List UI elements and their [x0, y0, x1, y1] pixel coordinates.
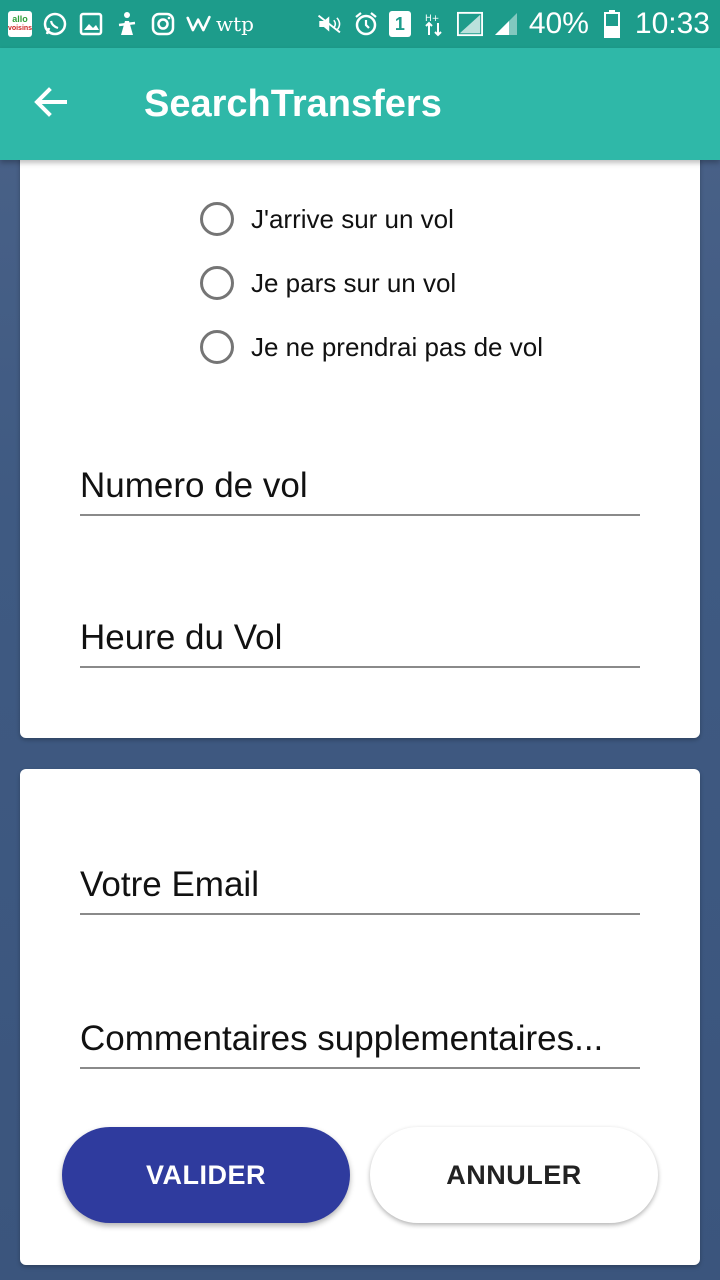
allo-voisins-icon: allo voisins — [8, 11, 32, 37]
instagram-icon — [150, 11, 176, 37]
allo-line2: voisins — [7, 25, 33, 32]
radio-button[interactable] — [200, 266, 234, 300]
contact-card: Votre Email Commentaires supplementaires… — [20, 769, 700, 1265]
page-title: SearchTransfers — [144, 82, 442, 125]
radio-button[interactable] — [200, 202, 234, 236]
radio-label: Je pars sur un vol — [251, 267, 457, 298]
signal-icon — [456, 11, 483, 37]
flight-number-placeholder: Numero de vol — [80, 466, 308, 505]
app-icon — [114, 11, 140, 37]
flight-number-field[interactable]: Numero de vol — [80, 466, 640, 516]
sim-slot-icon: 1 — [388, 11, 411, 37]
back-button[interactable] — [26, 80, 74, 128]
comments-field[interactable]: Commentaires supplementaires... — [80, 1019, 640, 1069]
svg-text:H+: H+ — [425, 14, 439, 24]
battery-icon — [599, 10, 625, 38]
radio-label: Je ne prendrai pas de vol — [251, 331, 543, 362]
data-transfer-icon: H+ — [421, 11, 447, 37]
notification-icons: allo voisins wtp — [0, 11, 254, 37]
status-bar: allo voisins wtp 1 H+ 40% 10:33 — [0, 0, 720, 48]
validate-button[interactable]: VALIDER — [62, 1127, 350, 1223]
wtp-icon: wtp — [216, 12, 254, 36]
w-app-icon — [186, 11, 212, 37]
system-status: 1 H+ 40% 10:33 — [317, 7, 720, 41]
cancel-button[interactable]: ANNULER — [370, 1127, 658, 1223]
email-field[interactable]: Votre Email — [80, 865, 640, 915]
battery-percent: 40% — [528, 7, 589, 40]
comments-placeholder: Commentaires supplementaires... — [80, 1019, 604, 1058]
radio-arrive[interactable]: J'arrive sur un vol — [200, 202, 454, 236]
allo-line1: allo — [12, 14, 28, 24]
gallery-icon — [78, 11, 104, 37]
arrow-back-icon — [32, 84, 68, 125]
signal-bars-icon — [493, 11, 519, 37]
flight-card: J'arrive sur un vol Je pars sur un vol J… — [20, 140, 700, 738]
clock: 10:33 — [634, 7, 710, 40]
radio-label: J'arrive sur un vol — [251, 203, 454, 234]
flight-time-field[interactable]: Heure du Vol — [80, 618, 640, 668]
radio-no-flight[interactable]: Je ne prendrai pas de vol — [200, 330, 543, 364]
app-bar: SearchTransfers — [0, 48, 720, 160]
radio-button[interactable] — [200, 330, 234, 364]
email-placeholder: Votre Email — [80, 865, 259, 904]
flight-time-placeholder: Heure du Vol — [80, 618, 283, 657]
mute-icon — [317, 11, 343, 37]
alarm-icon — [353, 11, 379, 37]
radio-depart[interactable]: Je pars sur un vol — [200, 266, 456, 300]
whatsapp-icon — [42, 11, 68, 37]
